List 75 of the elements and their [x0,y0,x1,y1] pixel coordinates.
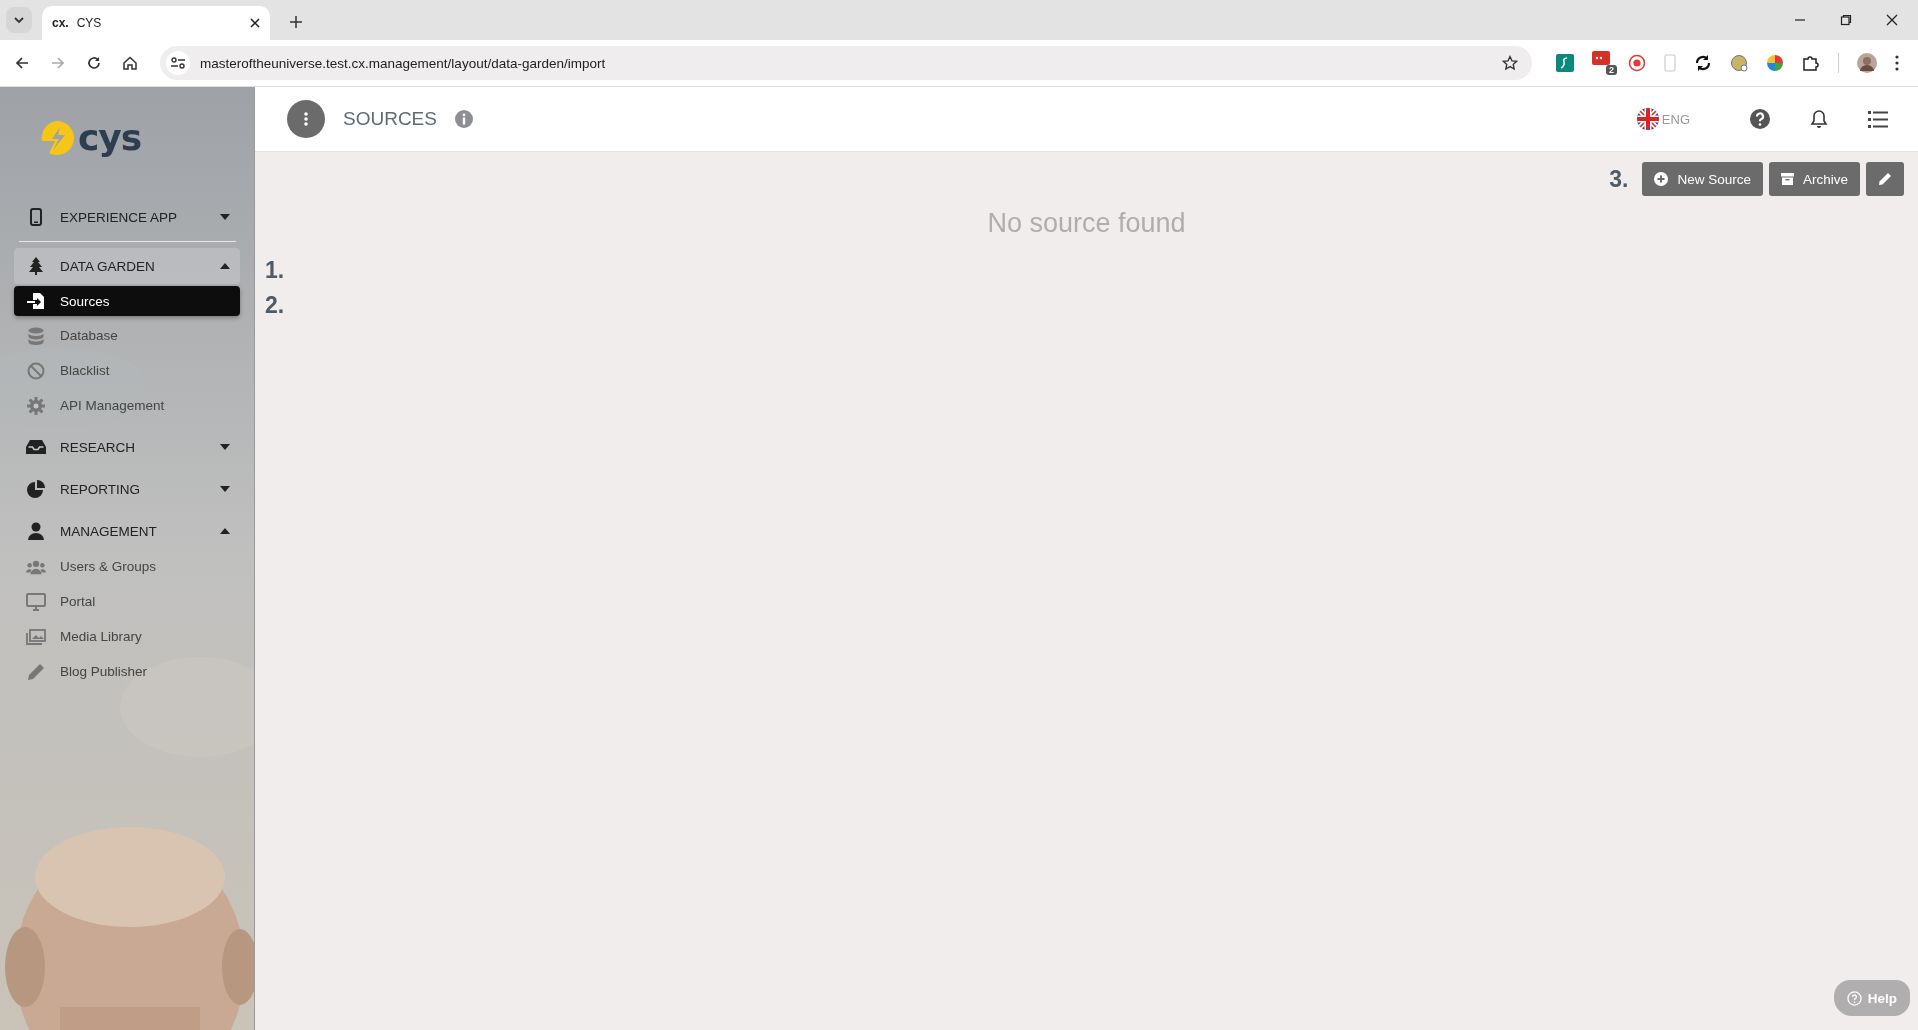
step-number: 3. [1609,165,1629,193]
nav-section[interactable]: RESEARCH [14,429,240,465]
edit-button[interactable] [1866,162,1904,196]
notification-bell-icon[interactable] [1810,109,1828,129]
flag-icon [1635,107,1660,131]
nav-icon [26,257,46,275]
nav-item[interactable]: API Management [14,388,240,423]
nav-icon [26,361,46,380]
caret-icon [220,214,230,220]
more-options-button[interactable] [287,100,325,138]
nav-item[interactable]: Portal [14,584,240,619]
step-number: 1. [265,257,285,284]
record-icon[interactable] [1628,54,1646,72]
nav-icon [26,628,46,645]
nav-section[interactable]: EXPERIENCE APP [14,199,240,235]
chevron-down-icon [13,14,25,26]
color-wheel-icon[interactable] [1766,54,1784,72]
nav-item[interactable]: Blacklist [14,353,240,388]
info-icon[interactable] [454,110,473,128]
plus-circle-icon [1654,172,1669,186]
nav-section[interactable]: REPORTING [14,471,240,507]
tab-list-button[interactable] [6,7,32,33]
archive-button[interactable]: Archive [1769,162,1860,196]
question-circle-icon [1846,990,1862,1006]
logo-text[interactable]: cys [78,119,142,157]
empty-state-message: No source found [986,208,1187,239]
back-icon[interactable] [14,55,30,71]
new-source-button[interactable]: New Source [1642,162,1763,196]
home-icon[interactable] [122,55,138,71]
puzzle-icon[interactable] [1802,54,1820,72]
nav-item[interactable]: Users & Groups [14,549,240,584]
nav-item[interactable]: Blog Publisher [14,654,240,689]
help-icon[interactable] [1750,109,1770,129]
caret-icon [220,263,230,269]
archive-box-icon [1781,173,1794,185]
step-number: 2. [265,292,285,319]
nav-icon [26,592,46,611]
nav-section[interactable]: MANAGEMENT [14,513,240,549]
nav-item[interactable]: Media Library [14,619,240,654]
url-text: masteroftheuniverse.test.cx.management/layout/data-garden/import [200,55,607,71]
nav-icon [26,558,46,575]
tab-title: CYS [76,16,103,30]
language-code: ENG [1661,111,1690,127]
list-icon[interactable] [1868,110,1888,128]
restore-icon[interactable] [1840,14,1852,26]
menu-icon[interactable] [1895,55,1899,71]
nav-icon [26,522,46,540]
nav-section[interactable]: DATA GARDEN [14,248,240,284]
nav-item[interactable]: Sources [14,286,240,316]
address-bar[interactable]: masteroftheuniverse.test.cx.management/layout/data-garden/import [160,46,1532,80]
reload-icon[interactable] [86,55,102,71]
nav-item[interactable]: Database [14,318,240,353]
close-icon[interactable] [250,18,260,28]
browser-tab[interactable]: cx. CYS [42,6,270,40]
tab-favicon-text: cx. [52,16,69,30]
nav-icon [26,480,46,498]
nav-icon [26,396,46,415]
caret-icon [220,528,230,534]
pencil-icon [1878,172,1892,186]
extension-badge: 2 [1606,65,1617,75]
kebab-icon [304,112,308,126]
page-title: SOURCES [343,108,437,130]
new-tab-icon[interactable] [290,16,302,28]
extension-icon[interactable] [1556,54,1574,72]
bookmark-star-icon[interactable] [1502,55,1518,71]
nav-icon [26,662,46,681]
globe-icon[interactable] [1730,54,1748,72]
avatar-icon[interactable] [1857,53,1877,73]
nav-icon [26,326,46,345]
close-icon[interactable] [1886,14,1898,26]
caret-icon [220,444,230,450]
sync-icon[interactable] [1694,54,1712,72]
site-settings-icon[interactable] [166,51,190,75]
caret-icon [220,486,230,492]
nav-icon [26,292,46,310]
